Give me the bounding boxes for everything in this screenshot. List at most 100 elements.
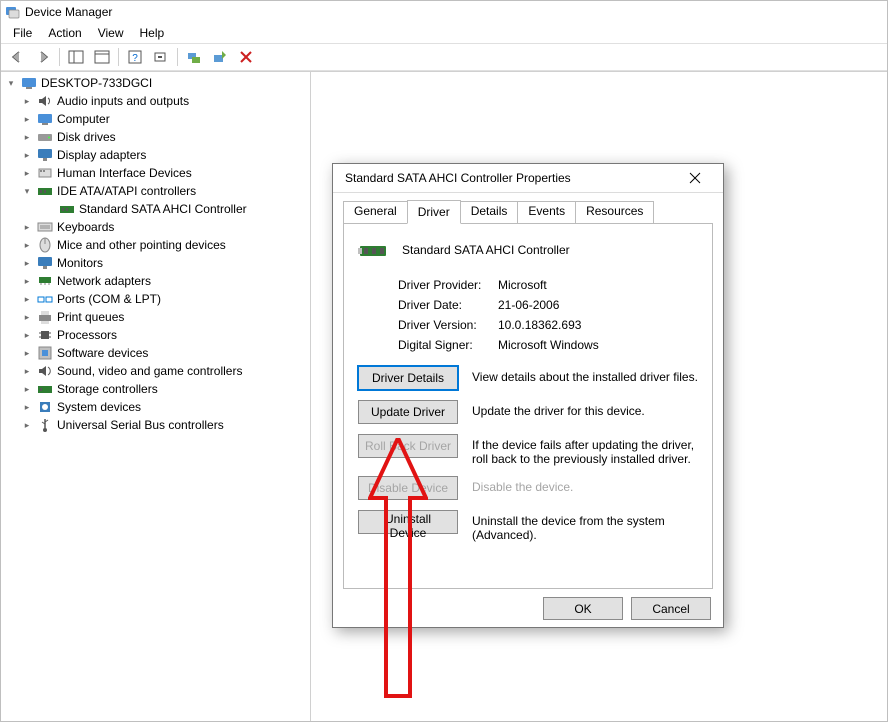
- expand-icon[interactable]: ▸: [21, 167, 33, 179]
- tab-details[interactable]: Details: [460, 201, 519, 223]
- ide-icon: [37, 183, 53, 199]
- toolbar-separator: [118, 48, 119, 66]
- tree-item[interactable]: ▸ Processors: [3, 326, 310, 344]
- computer-icon: [21, 75, 37, 91]
- expand-icon[interactable]: ▸: [21, 113, 33, 125]
- date-label: Driver Date:: [398, 298, 498, 312]
- tree-item[interactable]: ▸ Computer: [3, 110, 310, 128]
- mouse-icon: [37, 237, 53, 253]
- expand-icon[interactable]: ▸: [21, 347, 33, 359]
- ok-button[interactable]: OK: [543, 597, 623, 620]
- tree-root-label: DESKTOP-733DGCI: [41, 76, 152, 90]
- menu-view[interactable]: View: [90, 24, 132, 42]
- expand-icon[interactable]: ▸: [21, 329, 33, 341]
- tree-item[interactable]: ▸ Network adapters: [3, 272, 310, 290]
- menu-help[interactable]: Help: [132, 24, 173, 42]
- tree-item[interactable]: ▸ Keyboards: [3, 218, 310, 236]
- tree-item-label: Processors: [57, 328, 117, 342]
- toolbar-separator: [177, 48, 178, 66]
- tab-resources[interactable]: Resources: [575, 201, 654, 223]
- signer-label: Digital Signer:: [398, 338, 498, 352]
- tree-item[interactable]: ▸ Human Interface Devices: [3, 164, 310, 182]
- tree-item-label: Keyboards: [57, 220, 114, 234]
- tree-item[interactable]: ▸Sound, video and game controllers: [3, 362, 310, 380]
- driver-details-button[interactable]: Driver Details: [358, 366, 458, 390]
- show-hide-tree-icon[interactable]: [64, 46, 88, 68]
- properties-icon[interactable]: [90, 46, 114, 68]
- processor-icon: [37, 327, 53, 343]
- expander-icon[interactable]: ▾: [5, 77, 17, 89]
- collapse-icon[interactable]: ▾: [21, 185, 33, 197]
- back-icon[interactable]: [5, 46, 29, 68]
- expand-icon[interactable]: ▸: [21, 293, 33, 305]
- tree-item[interactable]: ▸ Software devices: [3, 344, 310, 362]
- tree-item-label: IDE ATA/ATAPI controllers: [57, 184, 196, 198]
- scan-hardware-icon[interactable]: [149, 46, 173, 68]
- disk-icon: [37, 129, 53, 145]
- tree-item[interactable]: ▸Mice and other pointing devices: [3, 236, 310, 254]
- tree-item[interactable]: ▸Print queues: [3, 308, 310, 326]
- tree-item[interactable]: ▸Ports (COM & LPT): [3, 290, 310, 308]
- expand-icon[interactable]: ▸: [21, 131, 33, 143]
- tree-item[interactable]: ▸ Universal Serial Bus controllers: [3, 416, 310, 434]
- dialog-titlebar[interactable]: Standard SATA AHCI Controller Properties: [333, 164, 723, 193]
- tree-item-label: Universal Serial Bus controllers: [57, 418, 224, 432]
- cancel-button[interactable]: Cancel: [631, 597, 711, 620]
- tree-item[interactable]: ▸Display adapters: [3, 146, 310, 164]
- tree-item-label: Audio inputs and outputs: [57, 94, 189, 108]
- tree-root[interactable]: ▾ DESKTOP-733DGCI: [3, 74, 310, 92]
- tree-item-label: Software devices: [57, 346, 148, 360]
- tree-item-label: Computer: [57, 112, 110, 126]
- expand-icon[interactable]: ▸: [21, 257, 33, 269]
- tree-item[interactable]: ▾ IDE ATA/ATAPI controllers: [3, 182, 310, 200]
- tree-item[interactable]: ▸System devices: [3, 398, 310, 416]
- close-icon[interactable]: [675, 164, 715, 192]
- tree-item-label: Network adapters: [57, 274, 151, 288]
- tree-item[interactable]: Standard SATA AHCI Controller: [3, 200, 310, 218]
- version-value: 10.0.18362.693: [498, 318, 698, 332]
- provider-value: Microsoft: [498, 278, 698, 292]
- tree-item-label: Human Interface Devices: [57, 166, 192, 180]
- system-icon: [37, 399, 53, 415]
- expand-icon[interactable]: ▸: [21, 275, 33, 287]
- expand-icon[interactable]: ▸: [21, 311, 33, 323]
- tab-general[interactable]: General: [343, 201, 408, 223]
- forward-icon[interactable]: [31, 46, 55, 68]
- tree-item[interactable]: ▸Disk drives: [3, 128, 310, 146]
- titlebar: Device Manager: [1, 1, 887, 23]
- expand-icon[interactable]: ▸: [21, 365, 33, 377]
- expand-icon[interactable]: ▸: [21, 239, 33, 251]
- tab-events[interactable]: Events: [517, 201, 576, 223]
- expand-icon[interactable]: ▸: [21, 95, 33, 107]
- svg-text:?: ?: [132, 53, 138, 64]
- uninstall-device-description: Uninstall the device from the system (Ad…: [472, 510, 698, 542]
- help-icon[interactable]: ?: [123, 46, 147, 68]
- software-icon: [37, 345, 53, 361]
- update-driver-button[interactable]: Update Driver: [358, 400, 458, 424]
- expand-icon[interactable]: ▸: [21, 383, 33, 395]
- tab-content-driver: Standard SATA AHCI Controller Driver Pro…: [343, 224, 713, 589]
- roll-back-driver-description: If the device fails after updating the d…: [472, 434, 698, 466]
- uninstall-device-button[interactable]: Uninstall Device: [358, 510, 458, 534]
- controller-icon: [358, 236, 392, 264]
- disable-device-description: Disable the device.: [472, 476, 698, 494]
- expand-icon[interactable]: ▸: [21, 401, 33, 413]
- disable-device-icon[interactable]: [234, 46, 258, 68]
- tab-driver[interactable]: Driver: [407, 200, 461, 224]
- expand-icon[interactable]: ▸: [21, 221, 33, 233]
- tree-item[interactable]: ▸Monitors: [3, 254, 310, 272]
- expand-icon[interactable]: ▸: [21, 149, 33, 161]
- update-driver-icon[interactable]: [182, 46, 206, 68]
- device-tree[interactable]: ▾ DESKTOP-733DGCI ▸ Audio inputs and outp…: [1, 72, 311, 721]
- ports-icon: [37, 291, 53, 307]
- menu-file[interactable]: File: [5, 24, 40, 42]
- print-icon: [37, 309, 53, 325]
- expand-icon[interactable]: ▸: [21, 419, 33, 431]
- device-manager-icon: [5, 4, 21, 20]
- tree-item-label: Storage controllers: [57, 382, 158, 396]
- display-icon: [37, 147, 53, 163]
- tree-item[interactable]: ▸ Storage controllers: [3, 380, 310, 398]
- tree-item[interactable]: ▸ Audio inputs and outputs: [3, 92, 310, 110]
- menu-action[interactable]: Action: [40, 24, 89, 42]
- uninstall-device-icon[interactable]: [208, 46, 232, 68]
